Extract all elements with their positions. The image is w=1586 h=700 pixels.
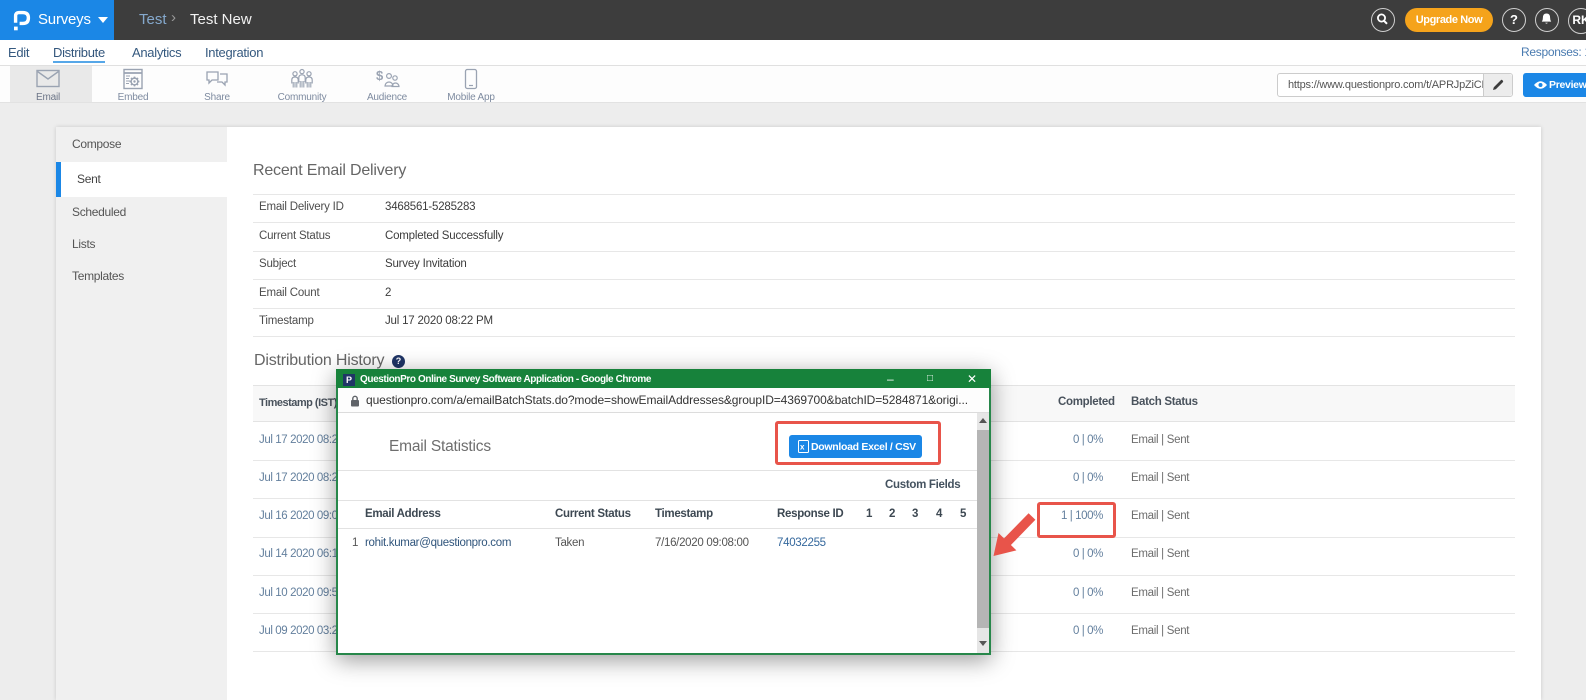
svg-text:$: $ (376, 68, 384, 83)
